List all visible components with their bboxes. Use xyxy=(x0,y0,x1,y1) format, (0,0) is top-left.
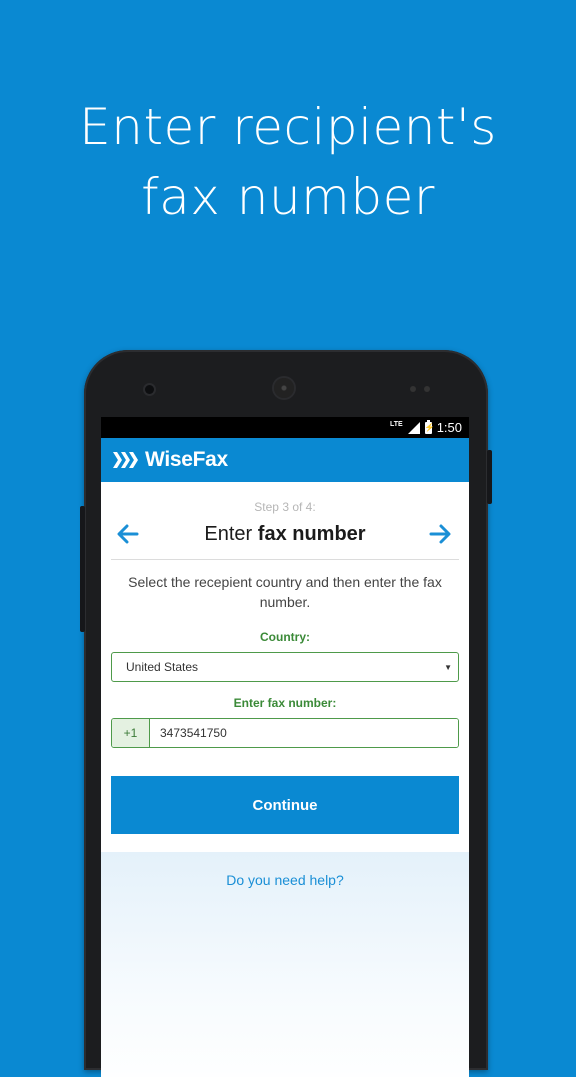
step-progress: Step 3 of 4: xyxy=(254,500,316,514)
phone-screen: LTE 1:50 WiseFax Step 3 of 4: Enter fax … xyxy=(101,417,469,1077)
forward-arrow-icon[interactable] xyxy=(427,521,453,547)
front-camera-icon xyxy=(145,385,154,394)
phone-frame: LTE 1:50 WiseFax Step 3 of 4: Enter fax … xyxy=(80,350,492,1077)
back-arrow-icon[interactable] xyxy=(115,521,141,547)
step-title-bold: fax number xyxy=(257,523,366,545)
help-section: Do you need help? xyxy=(101,852,469,1077)
power-button xyxy=(487,450,492,504)
fax-label: Enter fax number: xyxy=(233,696,337,710)
instructions-text: Select the recepient country and then en… xyxy=(128,574,442,610)
volume-button xyxy=(80,506,85,632)
step-navigation: Enter fax number xyxy=(101,519,469,553)
wisefax-logo-icon xyxy=(113,452,138,468)
sensor-icon xyxy=(410,386,416,392)
fax-number-input[interactable] xyxy=(150,719,458,747)
continue-button[interactable]: Continue xyxy=(111,776,459,834)
signal-icon xyxy=(407,421,420,434)
dropdown-caret-icon: ▼ xyxy=(444,662,452,672)
network-type: LTE xyxy=(389,421,403,428)
battery-charging-icon xyxy=(424,419,435,434)
country-selected-value: United States xyxy=(126,660,199,674)
speaker-icon xyxy=(274,378,294,398)
promo-line-2: fax number xyxy=(141,168,435,226)
step-title-prefix: Enter xyxy=(204,523,253,545)
step-title: Enter fax number xyxy=(101,519,469,549)
app-title: WiseFax xyxy=(145,448,228,471)
sensor-icon xyxy=(424,386,430,392)
country-label: Country: xyxy=(260,630,310,644)
fax-number-field: +1 xyxy=(111,718,459,748)
promo-line-1: Enter recipient's xyxy=(79,98,497,156)
status-time: 1:50 xyxy=(436,420,462,435)
promo-heading: Enter recipient's fax number xyxy=(0,92,576,232)
country-code-prefix: +1 xyxy=(112,719,150,747)
app-bar: WiseFax xyxy=(101,438,469,482)
status-bar: LTE 1:50 xyxy=(101,417,469,438)
help-link[interactable]: Do you need help? xyxy=(226,872,344,888)
country-select[interactable]: United States ▼ xyxy=(111,652,459,682)
